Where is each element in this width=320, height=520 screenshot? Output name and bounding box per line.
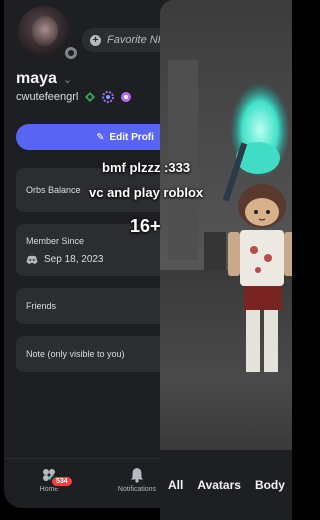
overlay-line-2: vc and play roblox: [89, 185, 204, 200]
tab-body[interactable]: Body: [255, 478, 285, 492]
game-panel: All Avatars Body: [160, 0, 292, 520]
note-label: Note (only visible to you): [26, 349, 125, 359]
name-row[interactable]: maya ⌄: [16, 70, 72, 88]
friends-label: Friends: [26, 301, 57, 311]
chevron-down-icon: ⌄: [62, 73, 73, 86]
status-offline-icon: [62, 44, 80, 62]
overlay-line-1: bmf plzzz :333: [102, 160, 191, 175]
home-badge: 534: [50, 475, 74, 488]
nav-notifications-label: Notifications: [117, 486, 157, 493]
avatar-character[interactable]: [218, 80, 292, 380]
nitro-gem-icon: [85, 92, 96, 102]
member-since-label: Member Since: [26, 236, 85, 246]
display-name: maya: [16, 70, 57, 87]
nav-notifications[interactable]: Notifications: [112, 467, 162, 493]
member-since-row: Sep 18, 2023: [26, 254, 104, 265]
bell-icon: [131, 468, 143, 483]
username-row: cwutefeengrl: [16, 91, 132, 103]
nav-home[interactable]: Home 534: [24, 467, 74, 493]
edit-profile-label: Edit Profi: [109, 131, 154, 143]
avatar-tabs: All Avatars Body: [160, 450, 292, 520]
orbs-balance-label: Orbs Balance: [26, 185, 81, 195]
discord-icon: [26, 255, 38, 264]
quest-badge-icon: [121, 92, 132, 102]
overlay-line-3: 16+: [130, 216, 161, 236]
tab-avatars[interactable]: Avatars: [197, 478, 241, 492]
pencil-icon: ✎: [96, 131, 105, 143]
plus-icon: +: [90, 34, 101, 46]
server-boost-icon: [102, 91, 115, 103]
member-since-date: Sep 18, 2023: [44, 254, 104, 265]
username: cwutefeengrl: [16, 91, 79, 103]
avatar-face: [32, 16, 58, 46]
tab-all[interactable]: All: [168, 478, 183, 492]
